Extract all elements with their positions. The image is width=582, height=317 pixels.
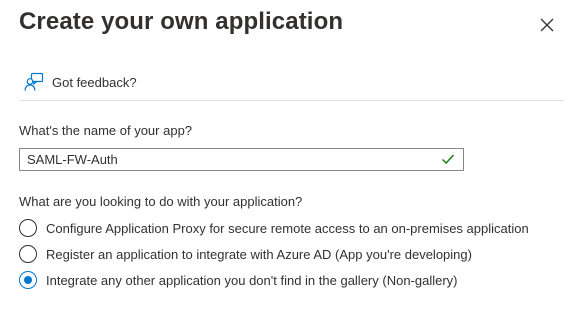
create-app-panel: Create your own application Got feedback… (0, 0, 582, 317)
panel-title: Create your own application (19, 8, 344, 35)
feedback-person-icon (24, 72, 44, 92)
radio-button-selected[interactable] (19, 271, 37, 289)
app-name-label: What's the name of your app? (19, 123, 193, 138)
radio-label: Configure Application Proxy for secure r… (46, 220, 529, 236)
radio-label: Register an application to integrate wit… (46, 246, 472, 262)
radio-option-non-gallery[interactable]: Integrate any other application you don'… (19, 270, 458, 290)
radio-option-register-app[interactable]: Register an application to integrate wit… (19, 244, 472, 264)
close-button[interactable] (534, 12, 560, 38)
app-name-input[interactable] (20, 149, 430, 170)
radio-button[interactable] (19, 245, 37, 263)
radio-option-application-proxy[interactable]: Configure Application Proxy for secure r… (19, 218, 529, 238)
purpose-question: What are you looking to do with your app… (19, 194, 303, 209)
close-icon (540, 18, 554, 32)
feedback-label: Got feedback? (52, 74, 137, 90)
app-name-field (19, 148, 464, 171)
radio-button[interactable] (19, 219, 37, 237)
feedback-link[interactable]: Got feedback? (24, 70, 137, 94)
divider (19, 100, 564, 101)
checkmark-icon (441, 152, 455, 166)
radio-label: Integrate any other application you don'… (46, 272, 458, 288)
radio-selected-dot (24, 276, 32, 284)
